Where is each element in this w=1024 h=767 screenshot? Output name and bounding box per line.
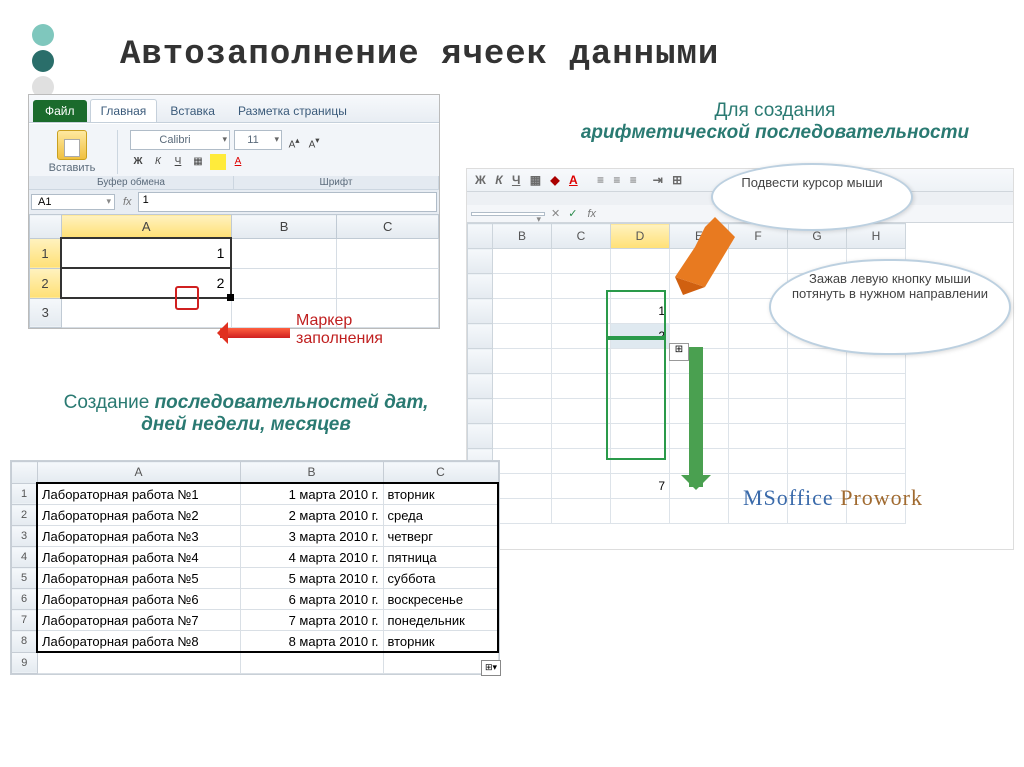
dates-title: Создание последовательностей дат, дней н… [46, 392, 446, 436]
cell-A1[interactable]: 1 [61, 238, 231, 268]
slide-title: Автозаполнение ячеек данными [120, 36, 719, 74]
merge-icon[interactable]: ⊞ [672, 173, 682, 187]
shrink-font-icon[interactable]: A▾ [306, 132, 322, 148]
bold-button[interactable]: Ж [475, 173, 486, 187]
marker-arrow [220, 328, 290, 338]
watermark: MSoffice Prowork [743, 485, 923, 511]
name-box[interactable]: A1 [31, 194, 115, 210]
cell-D-val2[interactable]: 2 [611, 324, 670, 349]
paste-label: Вставить [37, 162, 107, 174]
orange-arrow-icon [665, 217, 735, 297]
autofill-options-icon[interactable]: ⊞ [669, 343, 689, 361]
marker-label: Маркерзаполнения [296, 312, 383, 348]
formula-input[interactable]: 1 [138, 192, 437, 212]
callout-cursor: Подвести курсор мыши [711, 163, 913, 231]
border-button[interactable]: ▦ [530, 173, 541, 187]
dates-table-figure: A B C 1Лабораторная работа №11 марта 201… [10, 460, 500, 675]
wrap-text-icon[interactable]: ⇥ [653, 173, 663, 187]
fill-button[interactable]: ◆ [550, 173, 559, 187]
green-arrow-icon [689, 347, 703, 487]
font-group-label: Шрифт [234, 176, 439, 189]
row-2[interactable]: 2 [30, 268, 62, 298]
clipboard-group-label: Буфер обмена [29, 176, 234, 189]
underline-button[interactable]: Ч [170, 154, 186, 170]
autofill-options-icon[interactable]: ⊞▾ [481, 660, 501, 676]
col-A[interactable]: A [61, 215, 231, 239]
file-tab[interactable]: Файл [33, 100, 87, 122]
decorative-dots [32, 24, 54, 102]
col-B[interactable]: B [231, 215, 337, 239]
size-combo[interactable]: 11 [234, 130, 282, 150]
font-color-button[interactable]: A [569, 173, 578, 187]
font-combo[interactable]: Calibri [130, 130, 230, 150]
align-middle-icon[interactable]: ≡ [613, 173, 620, 187]
dot-dark-teal [32, 50, 54, 72]
fx-icon[interactable]: fx [117, 196, 138, 208]
name-box[interactable] [471, 212, 545, 216]
marker-highlight [175, 286, 199, 310]
align-bottom-icon[interactable]: ≡ [630, 173, 637, 187]
cell-A2[interactable]: 2 [61, 268, 231, 298]
cell-D-val1[interactable]: 1 [611, 299, 670, 324]
ribbon-tabs: Файл Главная Вставка Разметка страницы [29, 95, 439, 123]
tab-home[interactable]: Главная [90, 99, 158, 122]
fill-color-button[interactable] [210, 154, 226, 170]
spreadsheet-grid[interactable]: A B C 1 1 2 2 3 [29, 214, 439, 328]
formula-bar: A1 fx 1 [29, 189, 439, 214]
font-color-button[interactable]: A [230, 154, 246, 170]
tab-insert[interactable]: Вставка [160, 100, 225, 122]
arithmetic-figure: Ж К Ч ▦ ◆ A ≡ ≡ ≡ ⇥ ⊞ Шрифт ✕ ✓ fx B C D [466, 168, 1014, 550]
dot-teal [32, 24, 54, 46]
align-top-icon[interactable]: ≡ [597, 173, 604, 187]
grow-font-icon[interactable]: A▴ [286, 132, 302, 148]
paste-icon[interactable] [57, 130, 87, 160]
arithmetic-title: Для создания арифметической последовател… [560, 100, 990, 144]
col-C[interactable]: C [337, 215, 439, 239]
ribbon-body: Вставить Calibri 11 A▴ A▾ Ж К Ч ▦ A [29, 123, 439, 176]
bold-button[interactable]: Ж [130, 154, 146, 170]
fx-icon[interactable]: fx [581, 208, 602, 220]
italic-button[interactable]: К [150, 154, 166, 170]
row-1[interactable]: 1 [30, 238, 62, 268]
tab-layout[interactable]: Разметка страницы [228, 100, 357, 122]
autofill-marker-figure: Файл Главная Вставка Разметка страницы В… [28, 94, 440, 329]
row-3[interactable]: 3 [30, 298, 62, 328]
callout-drag: Зажав левую кнопку мыши потянуть в нужно… [769, 259, 1011, 355]
underline-button[interactable]: Ч [512, 173, 520, 187]
cell-D-last[interactable]: 7 [611, 474, 670, 499]
italic-button[interactable]: К [495, 173, 502, 187]
dates-table[interactable]: A B C 1Лабораторная работа №11 марта 201… [11, 461, 499, 674]
border-button[interactable]: ▦ [190, 154, 206, 170]
